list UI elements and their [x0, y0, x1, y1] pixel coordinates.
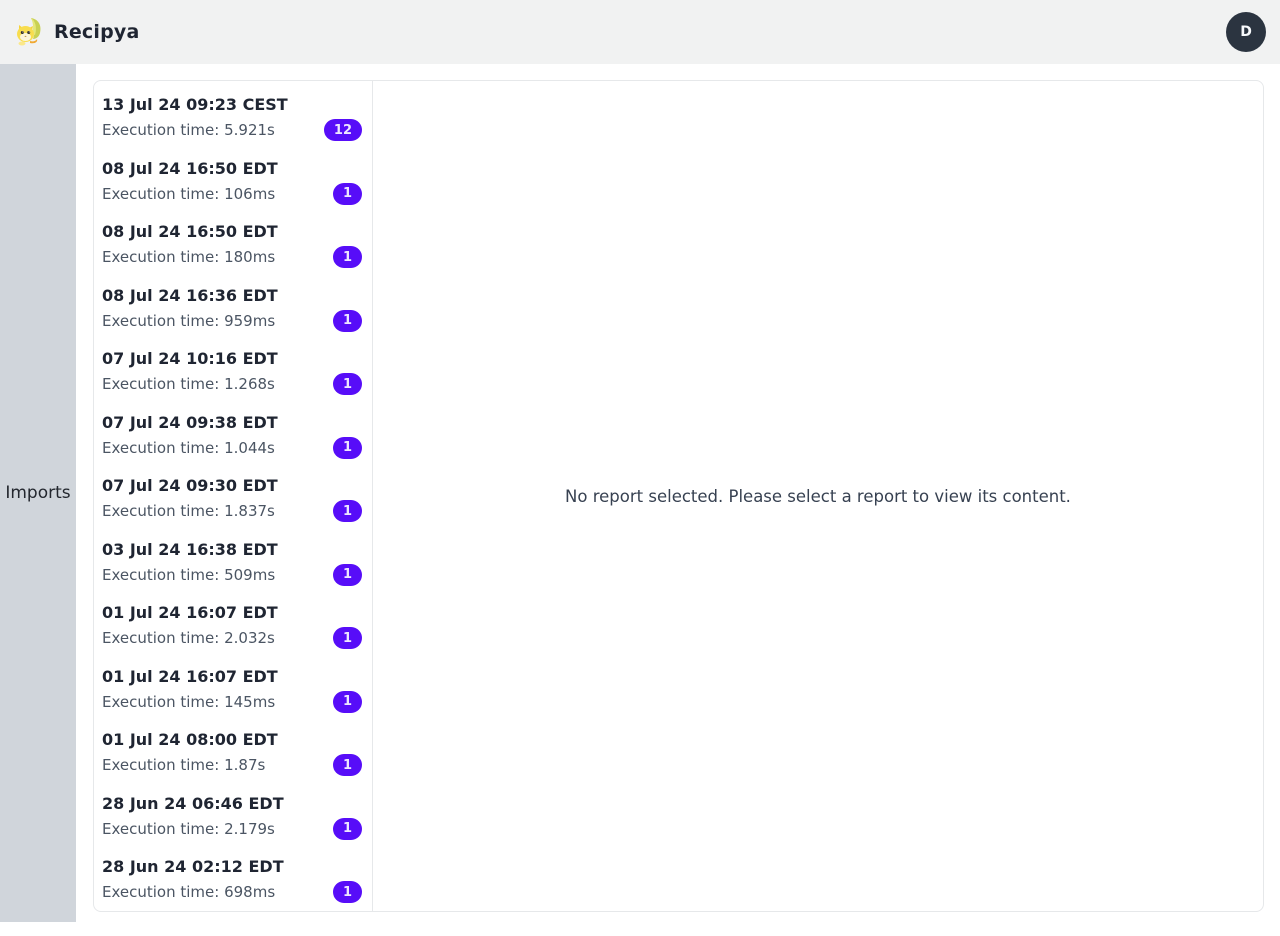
- report-subrow: Execution time: 698ms 1: [102, 881, 362, 903]
- report-timestamp: 08 Jul 24 16:50 EDT: [102, 158, 278, 178]
- report-count-badge: 1: [332, 817, 362, 840]
- report-count-badge: 1: [332, 309, 362, 332]
- report-subrow: Execution time: 1.837s 1: [102, 500, 362, 522]
- report-timestamp: 03 Jul 24 16:38 EDT: [102, 539, 278, 559]
- report-execution-time: Execution time: 1.268s: [102, 375, 275, 393]
- report-timestamp: 28 Jun 24 02:12 EDT: [102, 857, 284, 876]
- report-count-badge: 1: [332, 373, 362, 395]
- report-subrow: Execution time: 2.032s 1: [102, 627, 362, 649]
- report-list-item[interactable]: 07 Jul 24 09:38 EDT Execution time: 1.04…: [94, 407, 372, 471]
- report-list-item[interactable]: 08 Jul 24 16:50 EDT Execution time: 106m…: [94, 153, 372, 217]
- sidebar: Imports: [0, 64, 76, 922]
- reports-panel: 13 Jul 24 09:23 CEST Execution time: 5.9…: [93, 80, 1264, 912]
- report-execution-time: Execution time: 1.837s: [102, 502, 275, 520]
- report-content-pane: No report selected. Please select a repo…: [373, 81, 1263, 911]
- report-execution-time: Execution time: 959ms: [102, 311, 276, 330]
- report-count-badge: 1: [332, 500, 362, 522]
- report-subrow: Execution time: 145ms 1: [102, 690, 362, 713]
- report-subrow: Execution time: 509ms 1: [102, 563, 362, 586]
- report-timestamp: 28 Jun 24 06:46 EDT: [102, 793, 284, 813]
- report-timestamp: 08 Jul 24 16:36 EDT: [102, 285, 278, 305]
- report-count-badge: 1: [332, 754, 362, 776]
- report-timestamp: 01 Jul 24 16:07 EDT: [102, 666, 278, 686]
- report-timestamp: 07 Jul 24 09:30 EDT: [102, 476, 278, 495]
- user-avatar[interactable]: D: [1226, 12, 1266, 52]
- report-subrow: Execution time: 1.044s 1: [102, 436, 362, 459]
- report-timestamp: 01 Jul 24 16:07 EDT: [102, 603, 278, 622]
- report-subrow: Execution time: 1.87s 1: [102, 754, 362, 776]
- report-count-badge: 1: [332, 563, 362, 586]
- report-count-badge: 1: [332, 436, 362, 459]
- report-execution-time: Execution time: 1.044s: [102, 438, 275, 457]
- report-timestamp: 01 Jul 24 08:00 EDT: [102, 730, 278, 749]
- report-execution-time: Execution time: 145ms: [102, 692, 276, 711]
- report-count-badge: 1: [332, 690, 362, 713]
- report-list: 13 Jul 24 09:23 CEST Execution time: 5.9…: [94, 81, 373, 911]
- report-subrow: Execution time: 180ms 1: [102, 246, 362, 268]
- report-list-item[interactable]: 13 Jul 24 09:23 CEST Execution time: 5.9…: [94, 89, 372, 153]
- report-subrow: Execution time: 5.921s 12: [102, 119, 362, 141]
- report-list-item[interactable]: 08 Jul 24 16:50 EDT Execution time: 180m…: [94, 216, 372, 280]
- report-list-item[interactable]: 01 Jul 24 08:00 EDT Execution time: 1.87…: [94, 724, 372, 788]
- report-timestamp: 07 Jul 24 09:38 EDT: [102, 412, 278, 432]
- sidebar-item-imports[interactable]: Imports: [5, 483, 70, 503]
- report-execution-time: Execution time: 180ms: [102, 248, 276, 266]
- report-execution-time: Execution time: 2.179s: [102, 819, 275, 838]
- report-count-badge: 1: [332, 627, 362, 649]
- report-timestamp: 08 Jul 24 16:50 EDT: [102, 222, 278, 241]
- report-execution-time: Execution time: 1.87s: [102, 756, 266, 774]
- report-subrow: Execution time: 1.268s 1: [102, 373, 362, 395]
- report-list-item[interactable]: 01 Jul 24 16:07 EDT Execution time: 145m…: [94, 661, 372, 725]
- app-title: Recipya: [54, 21, 140, 43]
- report-list-item[interactable]: 07 Jul 24 10:16 EDT Execution time: 1.26…: [94, 343, 372, 407]
- report-timestamp: 13 Jul 24 09:23 CEST: [102, 95, 288, 114]
- report-count-badge: 1: [332, 246, 362, 268]
- report-list-item[interactable]: 03 Jul 24 16:38 EDT Execution time: 509m…: [94, 534, 372, 598]
- report-subrow: Execution time: 106ms 1: [102, 182, 362, 205]
- report-execution-time: Execution time: 2.032s: [102, 629, 275, 647]
- report-count-badge: 12: [323, 119, 362, 141]
- report-execution-time: Execution time: 698ms: [102, 883, 276, 901]
- brand[interactable]: Recipya: [14, 17, 140, 47]
- report-list-item[interactable]: 28 Jun 24 02:12 EDT Execution time: 698m…: [94, 851, 372, 911]
- report-execution-time: Execution time: 509ms: [102, 565, 276, 584]
- report-subrow: Execution time: 2.179s 1: [102, 817, 362, 840]
- report-list-item[interactable]: 08 Jul 24 16:36 EDT Execution time: 959m…: [94, 280, 372, 344]
- report-count-badge: 1: [332, 881, 362, 903]
- report-execution-time: Execution time: 106ms: [102, 184, 276, 203]
- report-execution-time: Execution time: 5.921s: [102, 121, 275, 139]
- report-list-item[interactable]: 07 Jul 24 09:30 EDT Execution time: 1.83…: [94, 470, 372, 534]
- app-header: Recipya D: [0, 0, 1280, 64]
- recipya-logo-icon: [17, 18, 41, 46]
- report-list-item[interactable]: 28 Jun 24 06:46 EDT Execution time: 2.17…: [94, 788, 372, 852]
- empty-state-message: No report selected. Please select a repo…: [565, 486, 1071, 506]
- report-timestamp: 07 Jul 24 10:16 EDT: [102, 349, 278, 368]
- report-list-item[interactable]: 01 Jul 24 16:07 EDT Execution time: 2.03…: [94, 597, 372, 661]
- report-count-badge: 1: [332, 182, 362, 205]
- report-subrow: Execution time: 959ms 1: [102, 309, 362, 332]
